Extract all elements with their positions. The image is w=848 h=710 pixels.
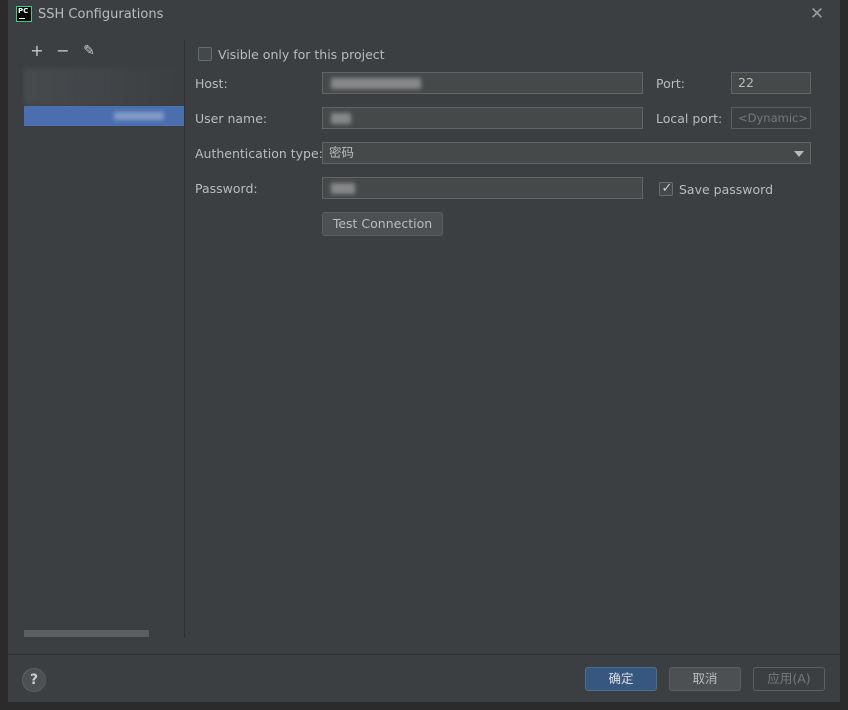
add-icon[interactable]: + [28,42,46,60]
cancel-button[interactable]: 取消 [669,667,741,691]
horizontal-scrollbar[interactable] [24,630,149,637]
password-input[interactable] [322,177,643,199]
local-port-input[interactable]: <Dynamic> [731,107,811,129]
host-input[interactable] [322,72,643,94]
configurations-list-pane: + − ✎ [24,40,184,638]
pane-divider[interactable] [184,40,185,638]
test-connection-button[interactable]: Test Connection [322,212,443,236]
window-title: SSH Configurations [38,7,164,22]
user-name-label: User name: [195,111,268,126]
title-bar: PC SSH Configurations ✕ [8,0,840,30]
save-password-label: Save password [679,182,774,197]
visible-only-checkbox[interactable] [198,47,212,61]
authentication-type-label: Authentication type: [195,146,323,161]
authentication-type-value: 密码 [329,145,355,160]
close-icon[interactable]: ✕ [808,5,826,23]
footer-divider [8,654,840,655]
apply-button[interactable]: 应用(A) [753,667,825,691]
edit-icon[interactable]: ✎ [80,42,98,60]
config-item-label [114,112,164,120]
user-name-input[interactable] [322,107,643,129]
pycharm-app-icon: PC [16,6,32,22]
port-input[interactable]: 22 [731,72,811,94]
app-icon-text: PC [17,7,31,21]
authentication-type-select[interactable]: 密码 [322,142,811,164]
save-password-checkbox[interactable]: ✓ [659,181,673,196]
password-value-redacted [331,183,355,194]
help-icon[interactable]: ? [22,668,46,692]
user-value-redacted [331,113,351,124]
remove-icon[interactable]: − [54,42,72,60]
host-label: Host: [195,76,228,91]
chevron-down-icon [794,151,804,157]
ssh-configurations-dialog: PC SSH Configurations ✕ + − ✎ Visible on… [8,0,840,702]
host-value-redacted [331,78,421,89]
port-label: Port: [656,76,685,91]
config-list-item[interactable] [24,68,184,106]
checkmark-icon: ✓ [661,181,673,196]
password-label: Password: [195,181,258,196]
ok-button[interactable]: 确定 [585,667,657,691]
config-list-item-selected[interactable] [24,106,184,126]
local-port-label: Local port: [656,111,723,126]
visible-only-label: Visible only for this project [218,47,385,62]
